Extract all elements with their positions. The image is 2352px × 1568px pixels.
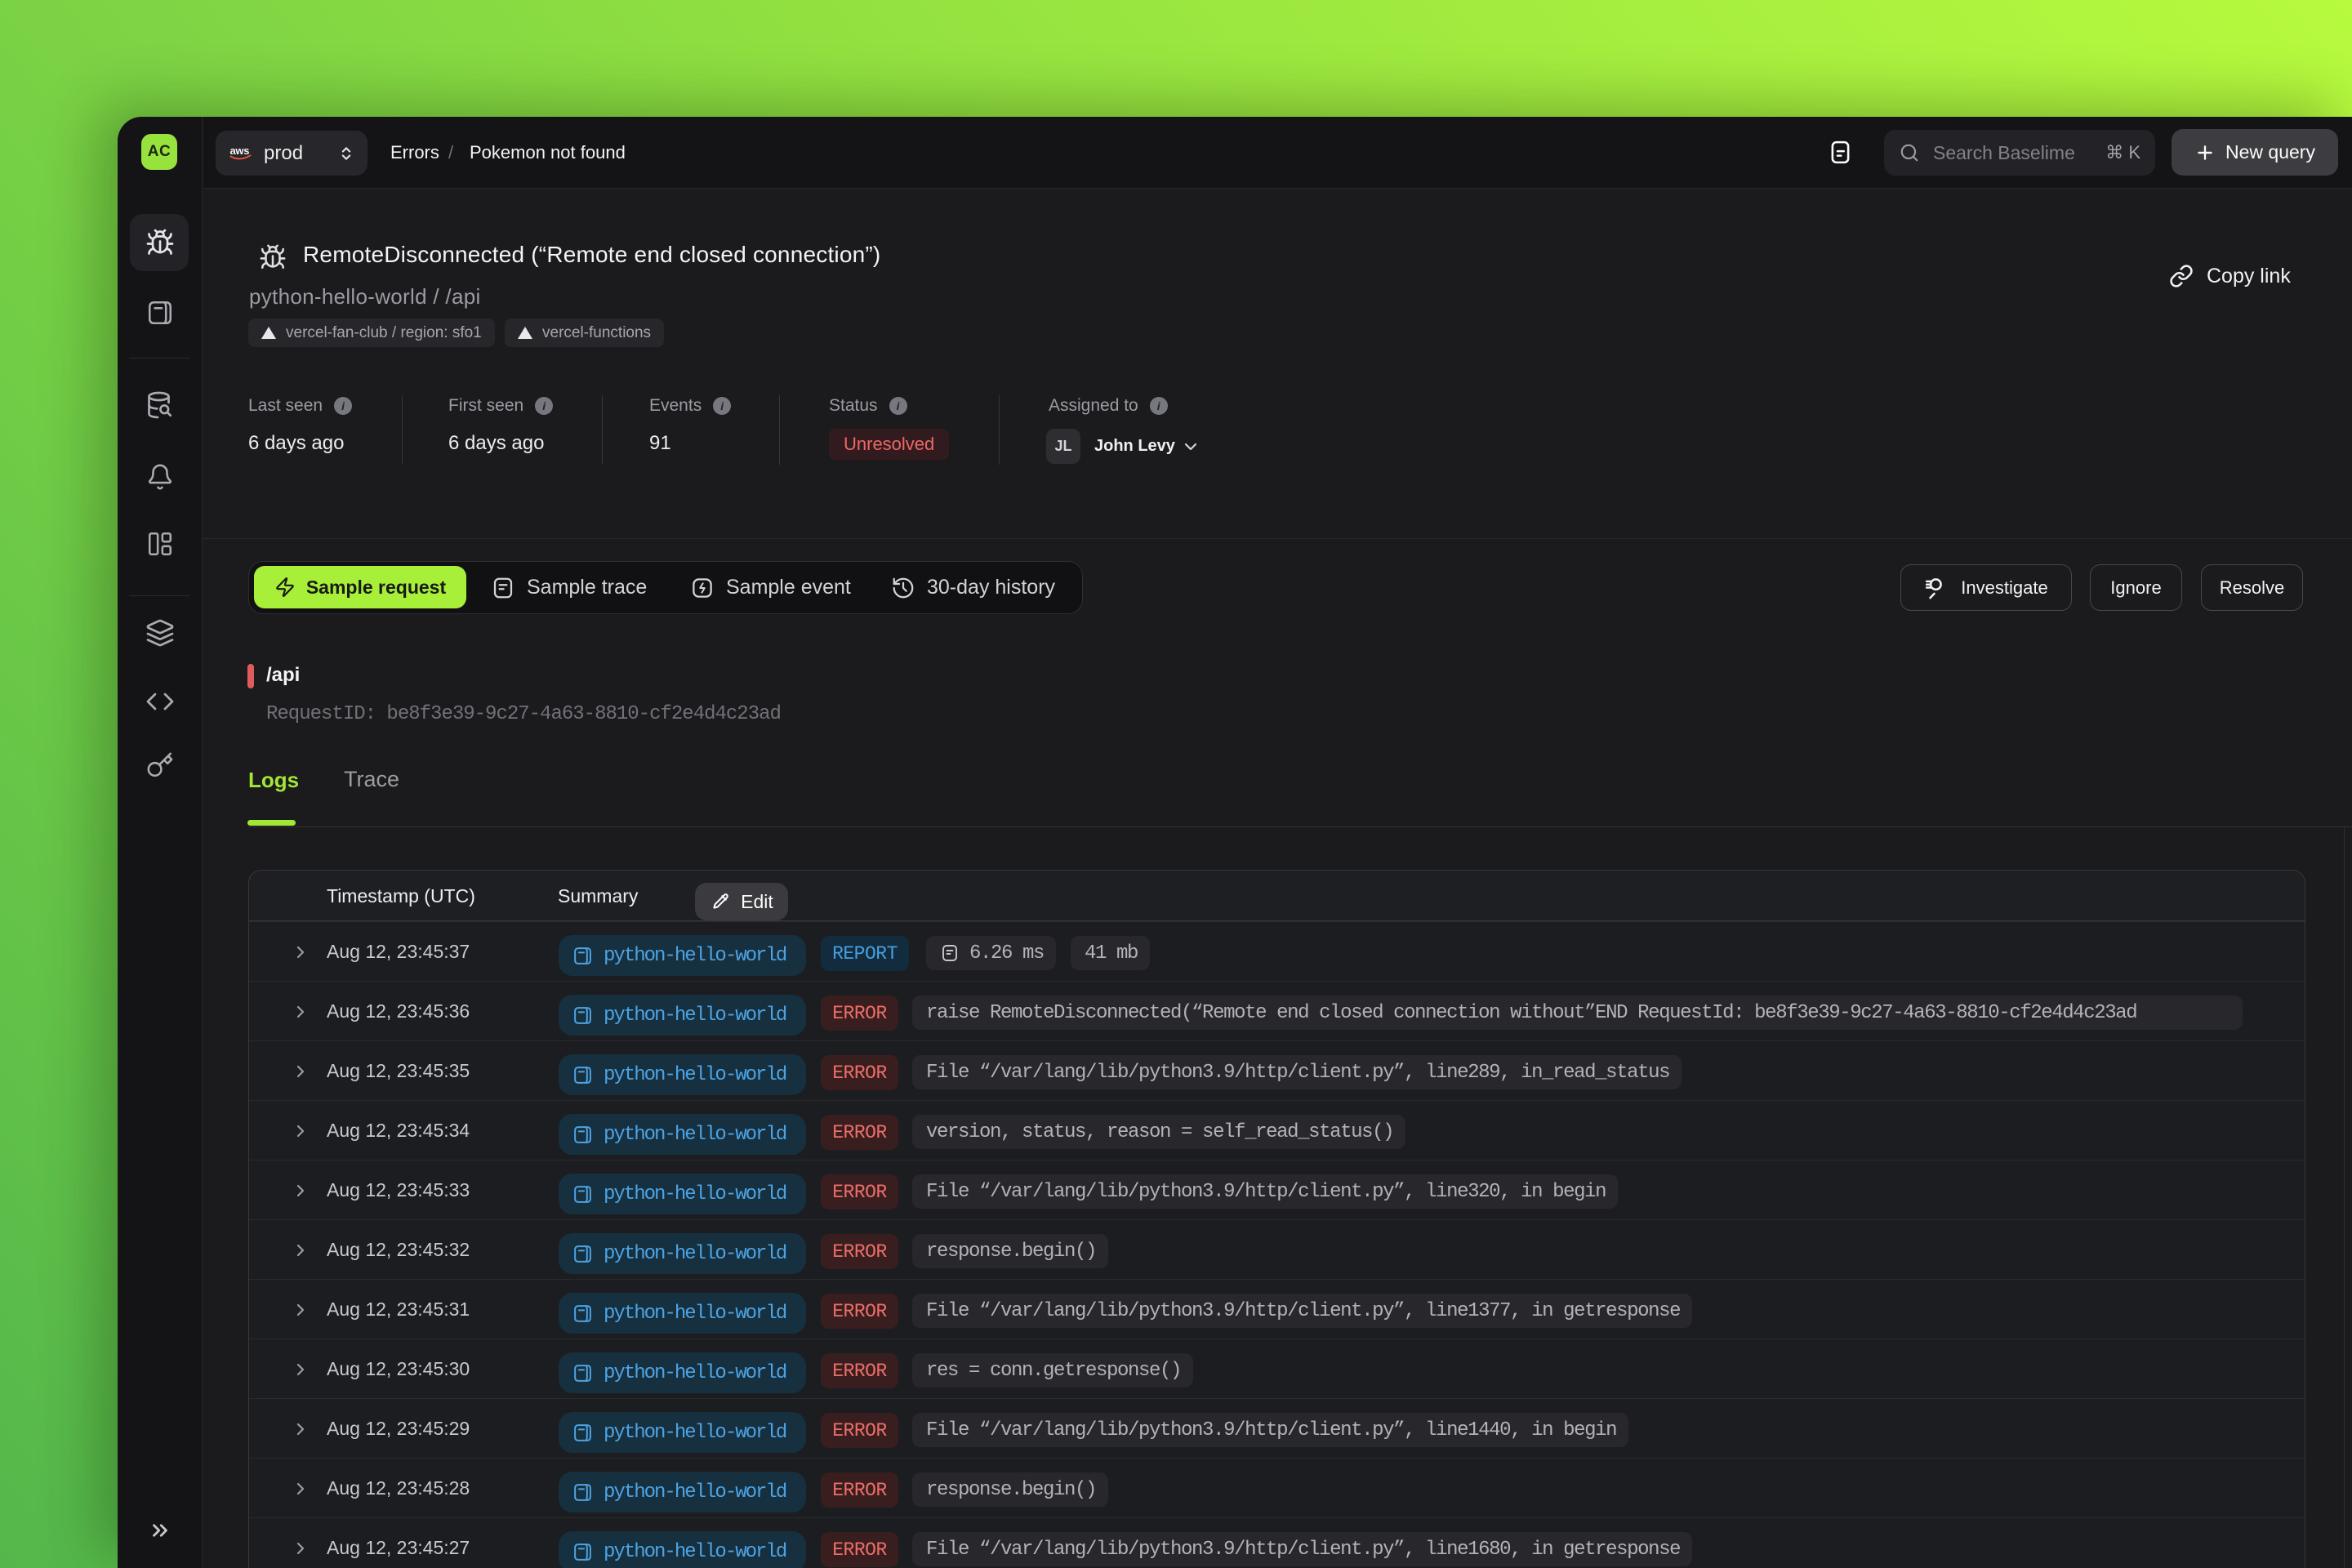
svg-text:aws: aws <box>230 145 250 157</box>
